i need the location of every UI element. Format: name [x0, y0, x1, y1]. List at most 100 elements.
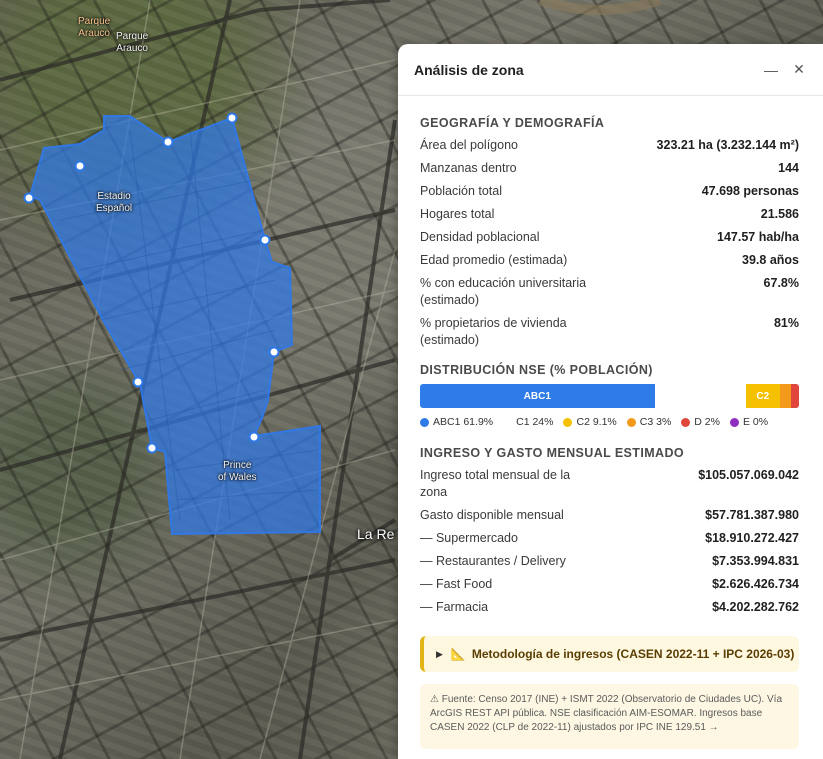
nse-legend-item: D 2% — [681, 416, 720, 428]
nse-segment-c2: C2 — [745, 384, 781, 408]
income-row-value: $7.353.994.831 — [712, 554, 799, 568]
income-row-label: — Supermercado — [420, 531, 518, 545]
legend-dot-icon — [681, 417, 691, 427]
methodology-label: Metodología de ingresos (CASEN 2022-11 +… — [471, 647, 795, 661]
income-row-value: $18.910.272.427 — [705, 531, 799, 545]
methodology-toggle[interactable]: ▶ 📐 Metodología de ingresos (CASEN 2022-… — [420, 636, 799, 672]
nse-legend: ABC1 61.9% C1 24% C2 9.1% C3 3% D 2% E 0% — [420, 416, 799, 428]
geo-row: Hogares total 21.586 — [420, 206, 799, 229]
geo-row: Densidad poblacional 147.57 hab/ha — [420, 229, 799, 252]
geo-row: % propietarios de vivienda (estimado) 81% — [420, 315, 799, 349]
income-row: — Supermercado $18.910.272.427 — [420, 530, 799, 553]
section-title-nse: DISTRIBUCIÓN NSE (% POBLACIÓN) — [420, 363, 653, 377]
geo-row-label: Hogares total — [420, 207, 495, 221]
geo-row: Manzanas dentro 144 — [420, 160, 799, 183]
geo-row-value: 39.8 años — [742, 253, 799, 267]
income-row-label: — Farmacia — [420, 600, 489, 614]
nse-legend-item: E 0% — [729, 416, 769, 428]
polygon-vertex[interactable] — [268, 346, 280, 358]
nse-legend-label: C1 24% — [516, 416, 554, 428]
geo-row-label: Edad promedio (estimada) — [420, 253, 568, 267]
legend-dot-icon — [563, 417, 573, 427]
income-row-value: $105.057.069.042 — [698, 468, 799, 482]
map-label-parque-arauco-2: Parque Arauco — [116, 31, 149, 54]
minimize-button[interactable]: — — [757, 56, 785, 84]
zone-analysis-panel: Análisis de zona — ✕ GEOGRAFÍA Y DEMOGRA… — [398, 44, 823, 759]
legend-dot-icon — [729, 417, 739, 427]
nse-segment-d — [791, 384, 799, 408]
nse-legend-item: C1 24% — [503, 416, 553, 428]
nse-legend-item: C3 3% — [626, 416, 672, 428]
geo-row-value: 21.586 — [760, 207, 799, 221]
nse-legend-label: C3 3% — [639, 416, 672, 428]
geo-row: Población total 47.698 personas — [420, 183, 799, 206]
geo-rows: Área del polígono 323.21 ha (3.232.144 m²… — [420, 137, 799, 349]
geo-row-value: 81% — [773, 316, 799, 330]
legend-dot-icon — [626, 417, 636, 427]
geo-row-label: Densidad poblacional — [420, 230, 540, 244]
map-label-prince-of-wales: Prince of Wales — [218, 460, 257, 483]
geo-row-label: Manzanas dentro — [420, 161, 517, 175]
polygon-vertex[interactable] — [248, 431, 260, 443]
ruler-triangle-icon: 📐 — [450, 647, 466, 661]
nse-legend-label: C2 9.1% — [576, 416, 617, 428]
nse-legend-label: D 2% — [694, 416, 720, 428]
income-row-label: Gasto disponible mensual — [420, 508, 564, 522]
minimize-icon: — — [764, 61, 778, 78]
panel-body: GEOGRAFÍA Y DEMOGRAFÍA Área del polígono… — [398, 116, 823, 749]
nse-legend-item: ABC1 61.9% — [420, 416, 493, 428]
nse-segment-c3 — [780, 384, 792, 408]
income-row-value: $57.781.387.980 — [705, 508, 799, 522]
income-row: Gasto disponible mensual $57.781.387.980 — [420, 507, 799, 530]
geo-row-label: Población total — [420, 184, 503, 198]
geo-row-label: % propietarios de vivienda (estimado) — [420, 316, 567, 347]
income-row-value: $4.202.282.762 — [712, 600, 799, 614]
geo-row-label: Área del polígono — [420, 138, 518, 152]
caret-right-icon: ▶ — [436, 648, 443, 659]
income-row: — Farmacia $4.202.282.762 — [420, 599, 799, 622]
nse-legend-label: ABC1 61.9% — [433, 416, 494, 428]
nse-segment-c1 — [654, 384, 746, 408]
income-rows: Ingreso total mensual de la zona $105.057… — [420, 467, 799, 622]
geo-row-value: 147.57 hab/ha — [717, 230, 799, 244]
polygon-vertex[interactable] — [132, 376, 144, 388]
nse-legend-item: C2 9.1% — [563, 416, 617, 428]
map-label-estadio-espanol: Estadio Español — [96, 191, 133, 214]
income-row-label: — Fast Food — [420, 577, 493, 591]
income-row: Ingreso total mensual de la zona $105.057… — [420, 467, 799, 501]
close-icon: ✕ — [793, 61, 805, 77]
source-note: ⚠ Fuente: Censo 2017 (INE) + ISMT 2022 (… — [420, 684, 799, 749]
zone-polygon[interactable] — [28, 115, 321, 536]
map-label-parque-arauco-1: Parque Arauco — [78, 16, 111, 39]
nse-stacked-bar: ABC1 C2 — [420, 384, 799, 408]
map-label-la-re: La Re — [357, 526, 395, 542]
income-row-label: Ingreso total mensual de la zona — [420, 468, 571, 499]
close-button[interactable]: ✕ — [785, 56, 813, 84]
income-row: — Fast Food $2.626.426.734 — [420, 576, 799, 599]
nse-legend-label: E 0% — [742, 416, 769, 428]
polygon-vertex[interactable] — [226, 112, 238, 124]
geo-row: Edad promedio (estimada) 39.8 años — [420, 252, 799, 275]
polygon-vertex[interactable] — [74, 160, 86, 172]
income-row: — Restaurantes / Delivery $7.353.994.831 — [420, 553, 799, 576]
geo-row: % con educación universitaria (estimado)… — [420, 275, 799, 309]
geo-row-value: 67.8% — [763, 276, 799, 290]
river — [538, 0, 662, 15]
polygon-vertex[interactable] — [146, 442, 158, 454]
nse-segment-abc1: ABC1 — [420, 384, 655, 408]
panel-title: Análisis de zona — [414, 61, 524, 78]
polygon-vertex[interactable] — [162, 136, 174, 148]
section-title-income: INGRESO Y GASTO MENSUAL ESTIMADO — [420, 446, 684, 460]
geo-row: Área del polígono 323.21 ha (3.232.144 m²… — [420, 137, 799, 160]
polygon-vertex[interactable] — [259, 234, 271, 246]
panel-header: Análisis de zona — ✕ — [398, 44, 823, 96]
geo-row-value: 144 — [778, 161, 799, 175]
geo-row-value: 47.698 personas — [701, 184, 799, 198]
income-row-label: — Restaurantes / Delivery — [420, 554, 566, 568]
geo-row-value: 323.21 ha (3.232.144 m²) — [656, 138, 799, 152]
polygon-vertex[interactable] — [23, 192, 35, 204]
geo-row-label: % con educación universitaria (estimado) — [420, 276, 587, 307]
section-title-geo: GEOGRAFÍA Y DEMOGRAFÍA — [420, 116, 605, 130]
legend-dot-icon — [420, 417, 429, 427]
income-row-value: $2.626.426.734 — [712, 577, 799, 591]
